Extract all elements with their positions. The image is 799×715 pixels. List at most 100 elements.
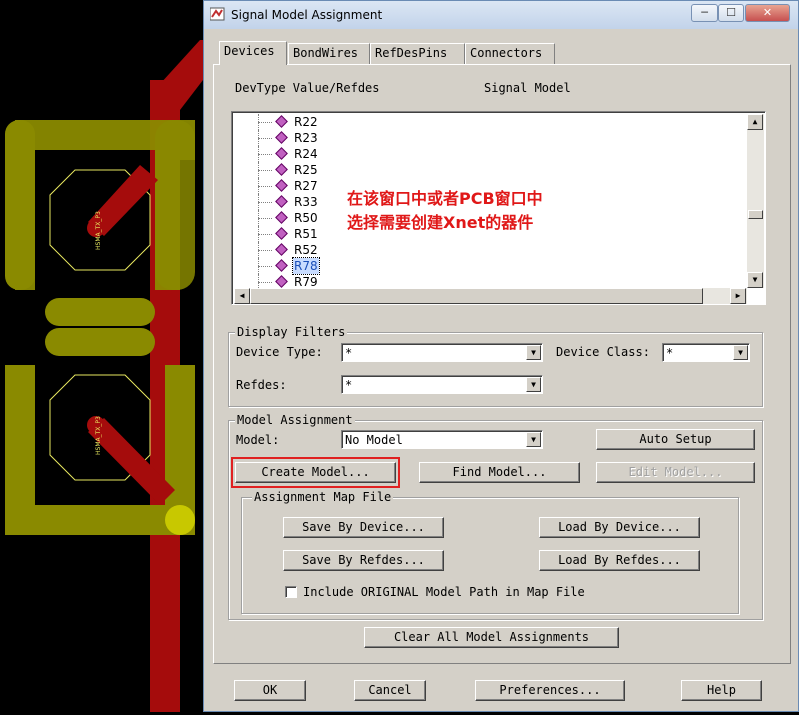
model-value: No Model [345,433,403,447]
window-title: Signal Model Assignment [231,8,383,22]
device-gem-icon [275,147,288,160]
device-gem-icon [275,211,288,224]
scroll-down-icon[interactable]: ▼ [747,272,763,288]
edit-model-button[interactable]: Edit Model... [596,462,755,483]
tree-item-label[interactable]: R50 [293,210,319,226]
pcb-silk-label-top: HSMA_TX_P3 [95,211,102,250]
tree-connector [258,282,272,283]
signal-model-dialog: Signal Model Assignment ─ ☐ ✕ Devices Bo… [203,0,799,712]
tree-item[interactable]: R52 [232,242,742,258]
create-model-button[interactable]: Create Model... [235,462,396,483]
tree-item[interactable]: R24 [232,146,742,162]
chevron-down-icon[interactable]: ▼ [733,345,748,360]
device-type-value: * [345,346,353,360]
auto-setup-button[interactable]: Auto Setup [596,429,755,450]
ok-button[interactable]: OK [234,680,306,701]
scroll-right-icon[interactable]: ▶ [730,288,746,304]
device-gem-icon [275,179,288,192]
model-assignment-title: Model Assignment [235,413,355,427]
tree-connector [258,122,272,123]
pcb-drawing: HSMA_TX_P3 HSMA_TX_P3 [0,0,203,712]
device-class-value: * [666,346,674,360]
tree-header-signal-model: Signal Model [484,81,571,95]
tree-connector [258,250,272,251]
chevron-down-icon[interactable]: ▼ [526,377,541,392]
cancel-button[interactable]: Cancel [354,680,426,701]
scroll-left-icon[interactable]: ◀ [234,288,250,304]
tree-item-label[interactable]: R25 [293,162,319,178]
tree-item[interactable]: R25 [232,162,742,178]
refdes-combo[interactable]: * ▼ [341,375,543,394]
device-gem-icon [275,227,288,240]
clear-all-button[interactable]: Clear All Model Assignments [364,627,619,648]
tree-item-label[interactable]: R33 [293,194,319,210]
include-original-checkbox[interactable] [285,586,297,598]
close-button[interactable]: ✕ [745,4,790,22]
tree-connector [258,218,272,219]
annotation-line-2: 选择需要创建Xnet的器件 [347,213,534,232]
device-class-label: Device Class: [556,345,650,359]
minimize-button[interactable]: ─ [691,4,718,22]
device-gem-icon [275,115,288,128]
tree-item-label[interactable]: R23 [293,130,319,146]
refdes-label: Refdes: [236,378,287,392]
tab-bondwires[interactable]: BondWires [288,43,370,64]
tree-hscrollbar[interactable]: ◀ ▶ [234,288,747,304]
tree-connector [258,154,272,155]
maximize-button[interactable]: ☐ [718,4,744,22]
annotation-text: 在该窗口中或者PCB窗口中 选择需要创建Xnet的器件 [347,187,543,235]
pcb-canvas[interactable]: HSMA_TX_P3 HSMA_TX_P3 [0,0,203,712]
tree-connector [258,202,272,203]
device-type-combo[interactable]: * ▼ [341,343,543,362]
title-bar[interactable]: Signal Model Assignment ─ ☐ ✕ [204,1,798,29]
find-model-button[interactable]: Find Model... [419,462,580,483]
scroll-up-icon[interactable]: ▲ [747,114,763,130]
include-original-label: Include ORIGINAL Model Path in Map File [303,585,585,599]
tree-item[interactable]: R78 [232,257,742,275]
save-by-refdes-button[interactable]: Save By Refdes... [283,550,444,571]
tree-connector [258,266,272,267]
tab-devices[interactable]: Devices [219,41,287,65]
preferences-button[interactable]: Preferences... [475,680,625,701]
refdes-value: * [345,378,353,392]
tree-header-devtype: DevType Value/Refdes [235,81,380,95]
device-type-label: Device Type: [236,345,323,359]
tree-vscrollbar[interactable]: ▲ ▼ [747,114,764,288]
pcb-pad-middle-2 [45,328,155,356]
tree-item-label[interactable]: R22 [293,114,319,130]
tree-connector [258,186,272,187]
tree-item-label[interactable]: R78 [292,257,320,275]
tree-item[interactable]: R22 [232,114,742,130]
display-filters-title: Display Filters [235,325,348,339]
device-gem-icon [275,163,288,176]
tree-item-label[interactable]: R27 [293,178,319,194]
pcb-silk-label-bottom: HSMA_TX_P3 [95,416,102,455]
device-gem-icon [275,131,288,144]
tree-item-label[interactable]: R24 [293,146,319,162]
device-gem-icon [275,259,288,272]
load-by-device-button[interactable]: Load By Device... [539,517,700,538]
chevron-down-icon[interactable]: ▼ [526,345,541,360]
save-by-device-button[interactable]: Save By Device... [283,517,444,538]
device-class-combo[interactable]: * ▼ [662,343,750,362]
app-icon [209,7,226,21]
tab-refdespins[interactable]: RefDesPins [370,43,465,64]
tree-item-label[interactable]: R51 [293,226,319,242]
tree-item-label[interactable]: R52 [293,242,319,258]
load-by-refdes-button[interactable]: Load By Refdes... [539,550,700,571]
help-button[interactable]: Help [681,680,762,701]
tree-connector [258,234,272,235]
map-file-title: Assignment Map File [252,490,394,504]
device-gem-icon [275,195,288,208]
device-gem-icon [275,275,288,288]
pcb-pad-middle-1 [45,298,155,326]
tab-connectors[interactable]: Connectors [465,43,555,64]
tree-item[interactable]: R23 [232,130,742,146]
hscroll-thumb[interactable] [250,288,703,304]
model-combo[interactable]: No Model ▼ [341,430,543,449]
chevron-down-icon[interactable]: ▼ [526,432,541,447]
vscroll-thumb[interactable] [748,210,763,219]
annotation-line-1: 在该窗口中或者PCB窗口中 [347,189,543,208]
device-gem-icon [275,243,288,256]
model-label: Model: [236,433,280,447]
